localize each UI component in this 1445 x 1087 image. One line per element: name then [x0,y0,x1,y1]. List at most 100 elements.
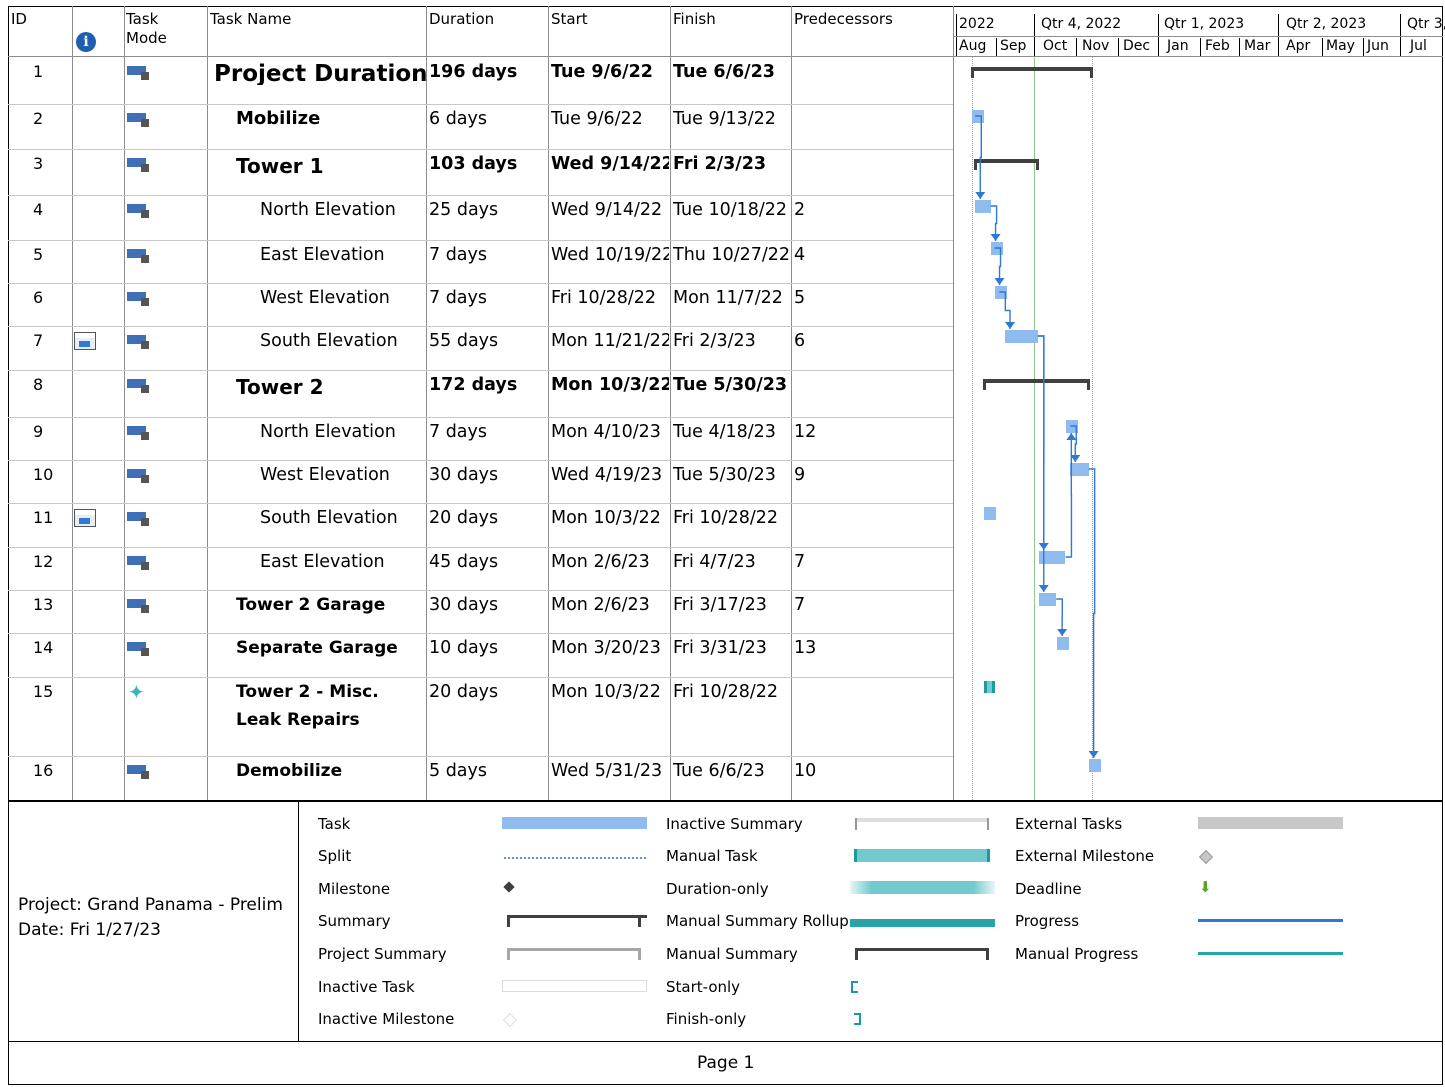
task-name[interactable]: Tower 2 - Misc. Leak Repairs [236,678,406,734]
task-name[interactable]: West Elevation [260,287,390,309]
task-predecessors[interactable]: 5 [794,287,805,309]
task-duration[interactable]: 10 days [429,637,547,659]
task-finish[interactable]: Fri 3/31/23 [673,637,791,659]
task-duration[interactable]: 25 days [429,199,547,221]
task-start[interactable]: Mon 4/10/23 [551,421,669,443]
task-predecessors[interactable]: 2 [794,199,805,221]
task-duration[interactable]: 7 days [429,287,547,309]
task-name[interactable]: Demobilize [236,760,342,782]
task-duration[interactable]: 30 days [429,464,547,486]
task-id[interactable]: 11 [33,507,53,529]
task-predecessors[interactable]: 10 [794,760,816,782]
task-start[interactable]: Mon 10/3/22 [551,507,669,529]
task-name[interactable]: East Elevation [260,551,385,573]
task-id[interactable]: 16 [33,760,53,782]
task-duration[interactable]: 172 days [429,374,547,396]
task-duration[interactable]: 20 days [429,507,547,529]
task-predecessors[interactable]: 7 [794,551,805,573]
task-name[interactable]: North Elevation [260,199,396,221]
task-start[interactable]: Mon 3/20/23 [551,637,669,659]
task-duration[interactable]: 7 days [429,244,547,266]
column-header-start[interactable]: Start [551,10,588,29]
task-finish[interactable]: Fri 4/7/23 [673,551,791,573]
task-predecessors[interactable]: 7 [794,594,805,616]
task-name[interactable]: West Elevation [260,464,390,486]
task-finish[interactable]: Tue 9/13/22 [673,108,791,130]
task-id[interactable]: 1 [33,61,43,83]
task-start[interactable]: Fri 10/28/22 [551,287,669,309]
task-finish[interactable]: Fri 10/28/22 [673,681,791,703]
task-start[interactable]: Tue 9/6/22 [551,61,669,83]
task-id[interactable]: 7 [33,330,43,352]
task-name[interactable]: Tower 2 [236,376,324,398]
task-finish[interactable]: Mon 11/7/22 [673,287,791,309]
task-duration[interactable]: 6 days [429,108,547,130]
task-id[interactable]: 10 [33,464,53,486]
task-finish[interactable]: Fri 2/3/23 [673,330,791,352]
task-duration[interactable]: 196 days [429,61,547,83]
task-id[interactable]: 2 [33,108,43,130]
task-name[interactable]: South Elevation [260,330,398,352]
task-id[interactable]: 4 [33,199,43,221]
task-id[interactable]: 14 [33,637,53,659]
task-duration[interactable]: 20 days [429,681,547,703]
task-duration[interactable]: 5 days [429,760,547,782]
task-finish[interactable]: Tue 4/18/23 [673,421,791,443]
task-start[interactable]: Tue 9/6/22 [551,108,669,130]
task-duration[interactable]: 30 days [429,594,547,616]
task-finish[interactable]: Thu 10/27/22 [673,244,791,266]
task-name[interactable]: North Elevation [260,421,396,443]
task-id[interactable]: 15 [33,681,53,703]
task-finish[interactable]: Tue 5/30/23 [673,374,791,396]
task-finish[interactable]: Tue 6/6/23 [673,61,791,83]
summary-bar-start-cap [974,159,978,170]
task-start[interactable]: Mon 10/3/22 [551,678,669,706]
column-header-predecessors[interactable]: Predecessors [794,10,893,29]
task-start[interactable]: Wed 10/19/22 [551,244,669,266]
task-predecessors[interactable]: 12 [794,421,816,443]
task-finish[interactable]: Fri 10/28/22 [673,507,791,529]
task-id[interactable]: 9 [33,421,43,443]
task-name[interactable]: Project Duration [214,63,428,85]
task-predecessors[interactable]: 4 [794,244,805,266]
task-name[interactable]: Mobilize [236,108,320,130]
task-start[interactable]: Wed 9/14/22 [551,199,669,221]
task-id[interactable]: 13 [33,594,53,616]
task-id[interactable]: 8 [33,374,43,396]
task-name[interactable]: Tower 2 Garage [236,594,385,616]
task-name[interactable]: Tower 1 [236,155,324,177]
task-name[interactable]: South Elevation [260,507,398,529]
task-predecessors[interactable]: 9 [794,464,805,486]
task-id[interactable]: 5 [33,244,43,266]
task-finish[interactable]: Tue 6/6/23 [673,760,791,782]
task-duration[interactable]: 45 days [429,551,547,573]
task-predecessors[interactable]: 13 [794,637,816,659]
task-start[interactable]: Mon 2/6/23 [551,594,669,616]
column-header-id[interactable]: ID [11,10,27,29]
task-duration[interactable]: 103 days [429,153,547,175]
summary-bar [983,379,1089,383]
info-icon[interactable]: i [76,32,96,52]
task-start[interactable]: Wed 5/31/23 [551,760,669,782]
task-duration[interactable]: 55 days [429,330,547,352]
task-finish[interactable]: Tue 5/30/23 [673,464,791,486]
task-finish[interactable]: Tue 10/18/22 [673,199,791,221]
task-id[interactable]: 6 [33,287,43,309]
task-id[interactable]: 12 [33,551,53,573]
task-predecessors[interactable]: 6 [794,330,805,352]
task-name[interactable]: Separate Garage [236,637,398,659]
task-start[interactable]: Mon 10/3/22 [551,374,669,396]
task-start[interactable]: Wed 4/19/23 [551,464,669,486]
task-duration[interactable]: 7 days [429,421,547,443]
task-finish[interactable]: Fri 2/3/23 [673,153,791,175]
task-start[interactable]: Mon 2/6/23 [551,551,669,573]
task-name[interactable]: East Elevation [260,244,385,266]
column-header-task-mode[interactable]: Task Mode [126,10,167,48]
task-start[interactable]: Wed 9/14/22 [551,153,669,175]
task-start[interactable]: Mon 11/21/22 [551,330,669,352]
task-finish[interactable]: Fri 3/17/23 [673,594,791,616]
task-id[interactable]: 3 [33,153,43,175]
column-header-task-name[interactable]: Task Name [210,10,291,29]
column-header-finish[interactable]: Finish [673,10,716,29]
column-header-duration[interactable]: Duration [429,10,494,29]
